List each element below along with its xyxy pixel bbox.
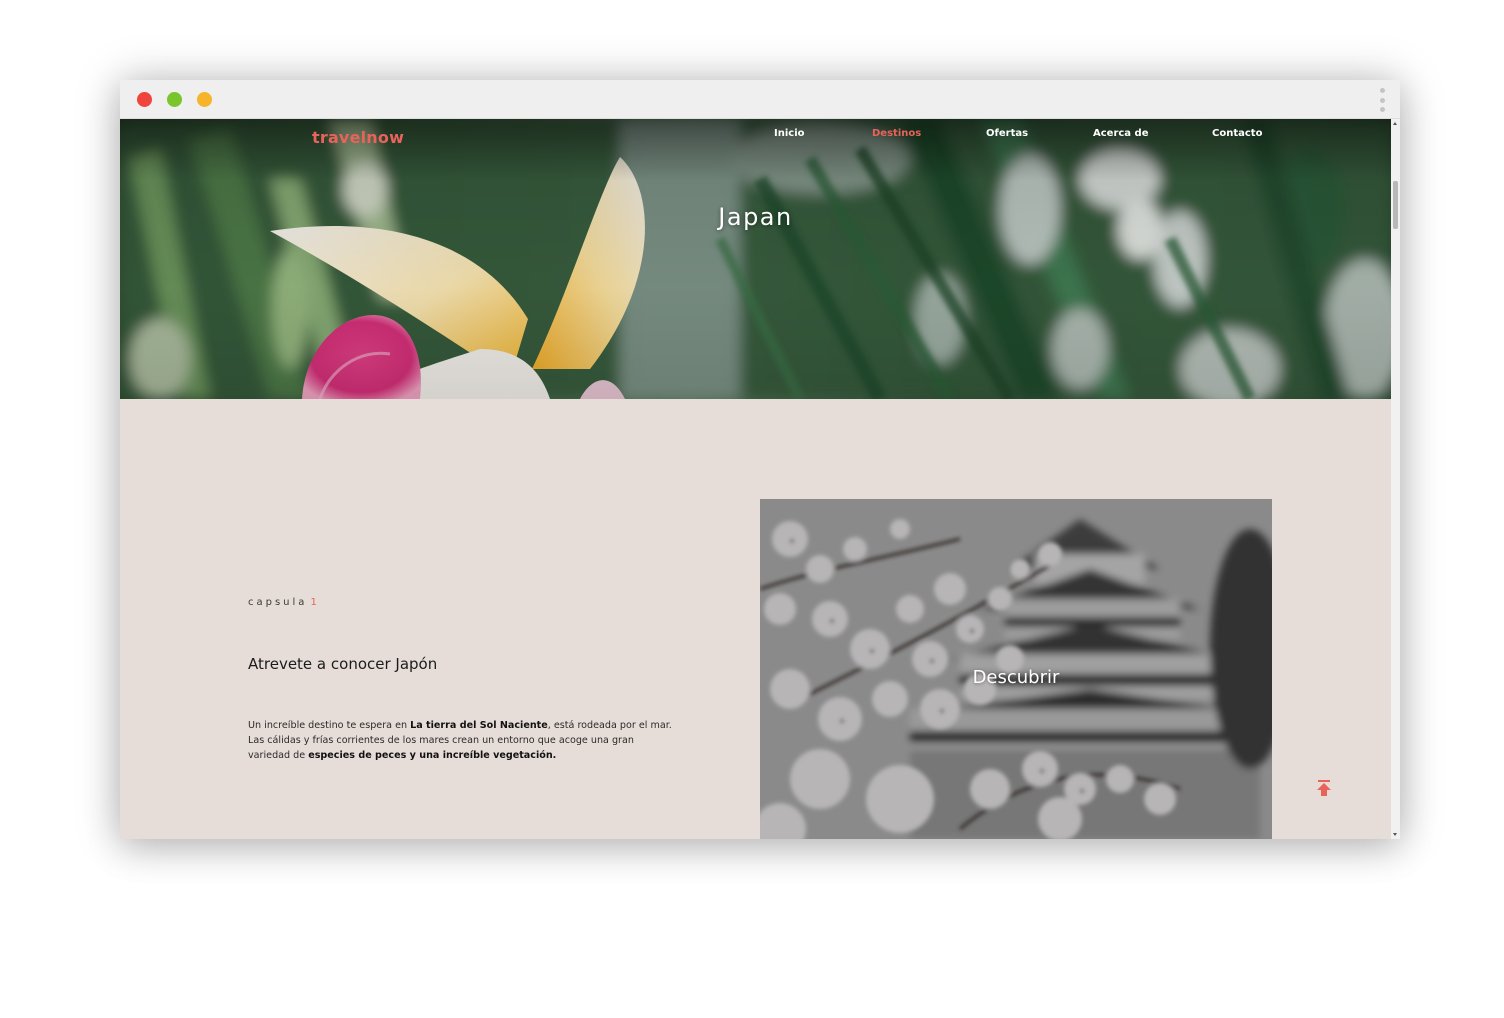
nav-item-inicio[interactable]: Inicio [774,128,805,139]
nav-item-destinos[interactable]: Destinos [872,128,921,139]
title-bar [120,80,1400,119]
browser-menu-icon[interactable] [1378,88,1386,112]
hero-overlay [120,119,1391,399]
page-viewport: travelnow Inicio Destinos Ofertas Acerca… [120,119,1391,839]
vertical-scrollbar[interactable] [1391,119,1400,839]
nav-item-contacto[interactable]: Contacto [1212,128,1262,139]
body-text-bold: especies de peces y una increíble vegeta… [308,750,557,761]
section-kicker-label: capsula [248,597,308,608]
section-kicker-number: 1 [310,597,320,608]
section-kicker: capsula 1 [248,597,320,608]
hero-banner: travelnow Inicio Destinos Ofertas Acerca… [120,119,1391,399]
scroll-up-icon[interactable] [1393,122,1397,125]
body-text-part: Un increíble destino te espera en [248,720,411,731]
discover-button-label[interactable]: Descubrir [760,667,1272,688]
minimize-window-button[interactable] [197,92,212,107]
browser-window: travelnow Inicio Destinos Ofertas Acerca… [120,80,1400,839]
zoom-window-button[interactable] [167,92,182,107]
close-window-button[interactable] [137,92,152,107]
back-to-top-button[interactable] [1315,779,1333,799]
scroll-thumb[interactable] [1393,181,1398,229]
section-title: Atrevete a conocer Japón [248,655,438,673]
scroll-down-icon[interactable] [1393,833,1397,836]
arrow-to-top-icon [1317,780,1331,796]
main-nav: Inicio Destinos Ofertas Acerca de Contac… [120,128,1391,148]
section-body: Un increíble destino te espera en La tie… [248,718,678,763]
nav-item-ofertas[interactable]: Ofertas [986,128,1028,139]
discover-card[interactable]: Descubrir [760,499,1272,839]
nav-item-acerca-de[interactable]: Acerca de [1093,128,1148,139]
body-text-bold: La tierra del Sol Naciente [410,720,548,731]
hero-title: Japan [718,203,793,231]
